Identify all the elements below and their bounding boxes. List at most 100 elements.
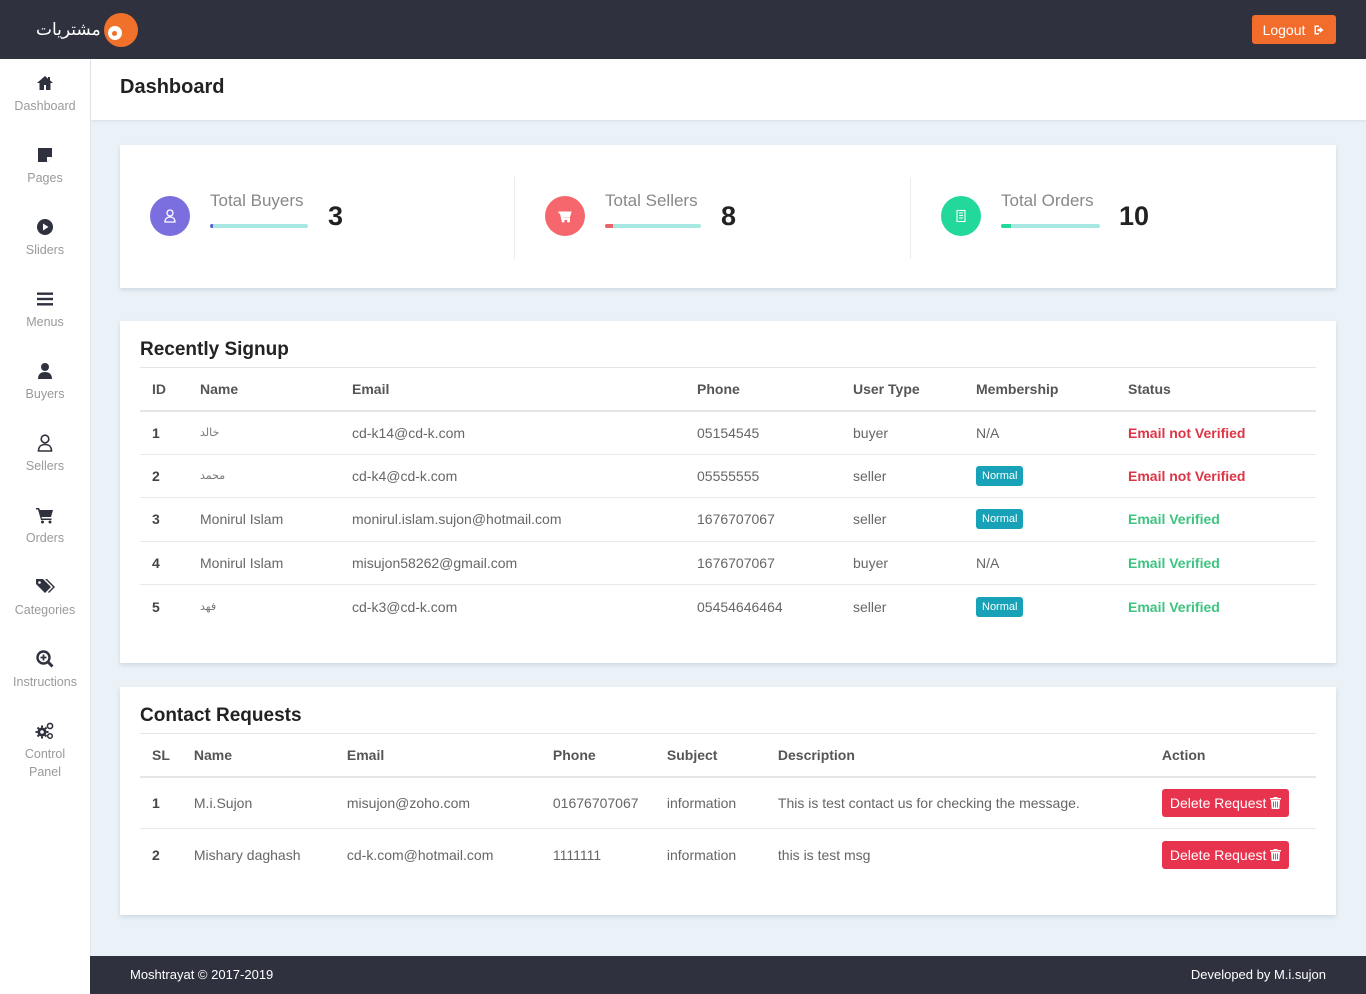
search-plus-icon: [35, 649, 55, 669]
status-cell: Email not Verified: [1116, 410, 1316, 455]
sidebar-item-label: Categories: [14, 603, 76, 617]
divider: [910, 177, 911, 259]
sidebar-item-menus[interactable]: Menus: [0, 289, 90, 331]
delete-request-button[interactable]: Delete Request: [1161, 788, 1290, 817]
column-header[interactable]: Subject: [654, 733, 766, 778]
name-cell: محمد: [188, 454, 340, 499]
sidebar-item-buyers[interactable]: Buyers: [0, 361, 90, 403]
action-cell: Delete Request: [1149, 776, 1316, 829]
sidebar-item-orders[interactable]: Orders: [0, 505, 90, 547]
column-header[interactable]: Email: [340, 367, 685, 412]
column-header[interactable]: Name: [181, 733, 335, 778]
logout-button[interactable]: Logout: [1252, 15, 1336, 44]
column-header[interactable]: SL: [140, 733, 182, 778]
stat-total-buyers: Total Buyers 3: [150, 145, 510, 288]
phone-cell: 1676707067: [685, 497, 841, 542]
stats-card: Total Buyers 3 Total Sellers 8 Total Ord…: [120, 145, 1336, 288]
sidebar-item-instructions[interactable]: Instructions: [0, 649, 90, 691]
phone-cell: 1111111: [552, 846, 602, 863]
email-cell: cd-k.com@hotmail.com: [346, 846, 494, 863]
phone-cell: 05454646464: [697, 598, 783, 615]
user-outline-icon: [150, 196, 190, 236]
logo[interactable]: مشتريات: [36, 12, 138, 48]
membership-value: N/A: [976, 555, 1000, 572]
stat-progress-bar: [1001, 224, 1100, 228]
delete-request-button[interactable]: Delete Request: [1161, 840, 1290, 869]
id-cell: 2: [140, 454, 188, 499]
sidebar-item-label: Menus: [26, 315, 64, 329]
table-row: 2 محمد cd-k4@cd-k.com 05555555 seller Normal E…: [140, 454, 1316, 499]
stat-total-orders: Total Orders 10: [941, 145, 1301, 288]
status-cell: Email not Verified: [1116, 454, 1316, 499]
column-header[interactable]: Phone: [685, 367, 841, 412]
logo-icon: [103, 13, 138, 47]
column-header[interactable]: Email: [334, 733, 541, 778]
column-header[interactable]: Phone: [540, 733, 655, 778]
email-cell: monirul.islam.sujon@hotmail.com: [340, 497, 685, 542]
column-header[interactable]: Action: [1149, 733, 1316, 778]
sign-out-icon: [1314, 25, 1324, 34]
recently-signup-table: ID Name Email Phone User Type Membership…: [140, 367, 1316, 628]
description-cell: this is test msg: [777, 846, 871, 863]
play-circle-icon: [35, 217, 55, 237]
id-cell: 1: [140, 410, 188, 455]
sidebar-item-pages[interactable]: Pages: [0, 145, 90, 187]
column-header[interactable]: User Type: [841, 367, 964, 412]
tags-icon: [35, 577, 55, 597]
column-header[interactable]: Description: [765, 733, 1150, 778]
status-cell: Email Verified: [1128, 598, 1220, 615]
sidebar-item-sliders[interactable]: Sliders: [0, 217, 90, 259]
membership-badge: Normal: [976, 465, 1024, 486]
id-cell: 5: [152, 598, 160, 615]
sidebar-item-sellers[interactable]: Sellers: [0, 433, 90, 475]
id-cell: 3: [140, 497, 188, 542]
table-header-row: SL Name Email Phone Subject Description …: [140, 733, 1316, 778]
email-cell: cd-k3@cd-k.com: [352, 598, 458, 615]
sidebar-item-label: Sellers: [25, 459, 65, 473]
contact-requests-card: Contact Requests SL Name Email Phone Sub…: [120, 687, 1336, 915]
stat-value: 3: [328, 201, 344, 231]
name-cell: Mishary daghash: [193, 846, 301, 863]
section-title: Recently Signup: [140, 339, 289, 360]
sidebar-item-label: Control Panel: [24, 747, 66, 779]
column-header[interactable]: Name: [188, 367, 340, 412]
column-header[interactable]: Membership: [964, 367, 1116, 412]
stat-label: Total Buyers: [210, 191, 304, 210]
sl-cell: 1: [140, 776, 182, 829]
subject-cell: information: [654, 776, 766, 829]
table-row: 5 فهد cd-k3@cd-k.com 05454646464 seller Norma…: [140, 585, 1316, 629]
name-cell: Monirul Islam: [188, 497, 340, 542]
table-row: 1 M.i.Sujon misujon@zoho.com 01676707067 inf…: [140, 776, 1316, 829]
trash-icon: [1270, 848, 1282, 861]
table-row: 1 خالد cd-k14@cd-k.com 05154545 buyer N/A Emai…: [140, 410, 1316, 455]
home-icon: [35, 73, 55, 93]
membership-badge: Normal: [976, 596, 1024, 617]
table-row: 3 Monirul Islam monirul.islam.sujon@hotmai…: [140, 497, 1316, 542]
sidebar-item-control-panel[interactable]: Control Panel: [0, 721, 90, 781]
table-row: 4 Monirul Islam misujon58262@gmail.com 1676…: [140, 541, 1316, 586]
membership-badge: Normal: [976, 509, 1024, 530]
stat-progress-bar: [605, 224, 701, 228]
sidebar-item-categories[interactable]: Categories: [0, 577, 90, 619]
footer: Moshtrayat © 2017-2019 Developed by M.i.…: [90, 956, 1366, 994]
description-cell: This is test contact us for checking the…: [765, 776, 1150, 829]
membership-cell: N/A: [964, 541, 1116, 586]
sidebar-item-label: Orders: [25, 531, 65, 545]
name-cell: Monirul Islam: [188, 541, 340, 586]
membership-value: N/A: [976, 424, 1000, 441]
user-type-cell: seller: [841, 497, 964, 542]
user-type-cell: seller: [841, 454, 964, 499]
recently-signup-card: Recently Signup ID Name Email Phone User…: [120, 321, 1336, 663]
column-header[interactable]: ID: [140, 367, 188, 412]
name-cell: خالد: [188, 410, 340, 455]
contact-requests-table: SL Name Email Phone Subject Description …: [140, 733, 1316, 881]
user-icon: [35, 361, 55, 381]
name-cell: فهد: [200, 600, 217, 614]
bars-icon: [35, 289, 55, 309]
sidebar-item-label: Sliders: [25, 243, 65, 257]
name-cell: M.i.Sujon: [181, 776, 335, 829]
sidebar-item-dashboard[interactable]: Dashboard: [0, 73, 90, 115]
stat-label: Total Orders: [1001, 191, 1094, 210]
column-header[interactable]: Status: [1116, 367, 1316, 412]
action-cell: Delete Request: [1150, 829, 1316, 881]
